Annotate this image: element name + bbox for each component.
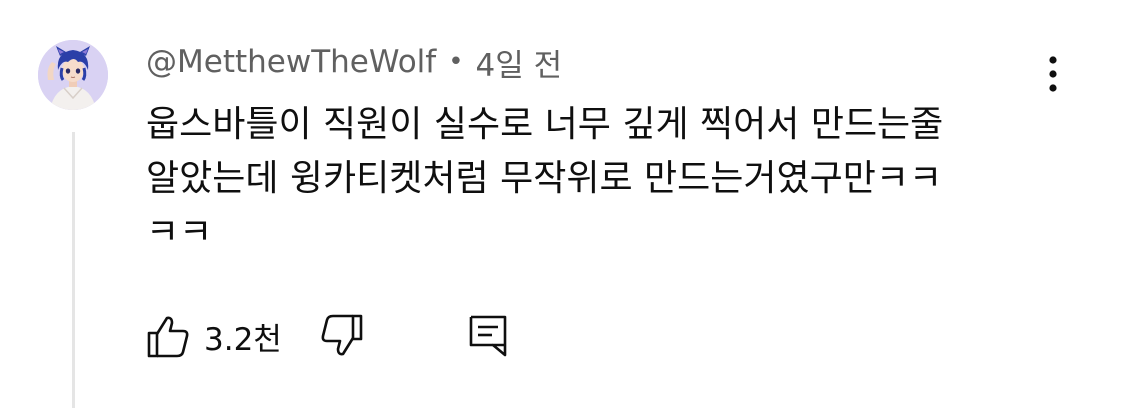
comment-author[interactable]: @MetthewTheWolf (146, 44, 436, 80)
like-button[interactable] (146, 312, 190, 360)
comment-icon (469, 315, 507, 357)
like-count: 3.2천 (204, 321, 282, 358)
dislike-button[interactable] (318, 312, 364, 360)
comment-text-line: ㅋㅋ (146, 212, 213, 253)
comment-action-bar: 3.2천 (146, 312, 546, 360)
comment-text: 웁스바틀이 직원이 실수로 너무 깊게 찍어서 만드는줄 알았는데 윙카티켓처럼… (146, 98, 1046, 260)
comment-header: @MetthewTheWolf • 4일 전 (146, 40, 562, 84)
thumbs-down-icon (321, 314, 363, 356)
comment-text-line: 알았는데 윙카티켓처럼 무작위로 만드는거였구만ㅋㅋ (146, 158, 943, 199)
reply-thread-line (72, 132, 75, 408)
comment-text-line: 웁스바틀이 직원이 실수로 너무 깊게 찍어서 만드는줄 (146, 104, 944, 145)
avatar[interactable] (38, 40, 108, 110)
anime-wolf-avatar-icon (38, 40, 108, 110)
comment-timestamp[interactable]: 4일 전 (476, 40, 563, 85)
more-actions-button[interactable] (1030, 54, 1076, 94)
thumbs-up-icon (147, 316, 189, 358)
header-separator: • (448, 47, 464, 77)
vertical-dots-icon (1049, 56, 1057, 92)
reply-button[interactable] (468, 312, 508, 360)
